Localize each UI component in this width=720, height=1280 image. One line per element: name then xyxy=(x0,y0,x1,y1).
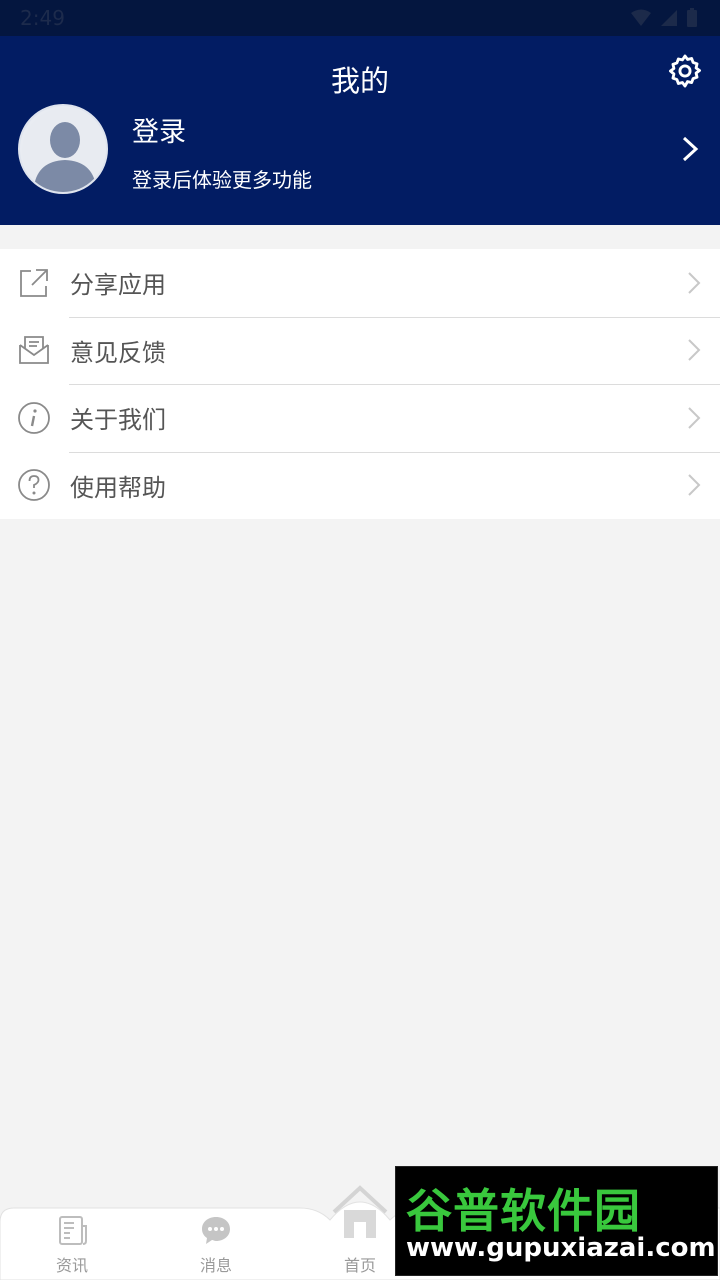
login-chevron-icon[interactable] xyxy=(678,134,702,164)
tab-news[interactable]: 资讯 xyxy=(22,1208,122,1280)
home-icon xyxy=(332,1185,388,1238)
tab-messages[interactable]: 消息 xyxy=(166,1208,266,1280)
chevron-right-icon xyxy=(688,272,701,294)
page-title: 我的 xyxy=(330,64,389,98)
battery-icon xyxy=(687,8,697,27)
menu-item-label: 使用帮助 xyxy=(70,473,166,502)
status-time: 2:49 xyxy=(20,6,65,30)
watermark-title: 谷普软件园 xyxy=(406,1184,641,1238)
user-silhouette-icon xyxy=(22,108,106,192)
wifi-icon xyxy=(631,9,651,26)
login-subtitle: 登录后体验更多功能 xyxy=(132,168,312,192)
menu-item-share[interactable]: 分享应用 xyxy=(0,249,720,317)
signal-icon xyxy=(661,10,677,26)
settings-button[interactable] xyxy=(666,52,704,90)
chat-icon xyxy=(202,1217,230,1244)
news-icon xyxy=(59,1216,87,1245)
menu-item-label: 分享应用 xyxy=(70,271,166,300)
mail-icon xyxy=(19,336,49,365)
status-icons xyxy=(630,8,698,28)
avatar[interactable] xyxy=(18,104,108,194)
gear-icon xyxy=(669,54,701,88)
menu-item-label: 意见反馈 xyxy=(70,338,166,367)
profile-header: 我的 登录 登录后体验更多功能 xyxy=(0,36,720,225)
tab-label: 消息 xyxy=(199,1256,232,1275)
chevron-right-icon xyxy=(688,407,701,429)
menu-item-label: 关于我们 xyxy=(70,406,166,435)
menu-item-feedback[interactable]: 意见反馈 xyxy=(0,316,720,385)
menu-item-about[interactable]: 关于我们 xyxy=(0,384,720,452)
chevron-right-icon xyxy=(688,474,701,496)
menu-item-help[interactable]: 使用帮助 xyxy=(0,451,720,520)
share-icon xyxy=(20,268,48,297)
watermark-logo: 谷普软件园 www.gupuxiazai.com xyxy=(395,1166,718,1276)
info-icon xyxy=(18,401,50,434)
status-bar: 2:49 xyxy=(0,0,720,36)
menu-list: 分享应用 意见反馈 关于我们 使用帮助 xyxy=(0,249,720,519)
login-title[interactable]: 登录 xyxy=(132,110,186,149)
chevron-right-icon xyxy=(688,339,701,361)
watermark-url: www.gupuxiazai.com xyxy=(406,1233,716,1263)
tab-label: 资讯 xyxy=(55,1256,88,1275)
help-icon xyxy=(18,469,50,502)
